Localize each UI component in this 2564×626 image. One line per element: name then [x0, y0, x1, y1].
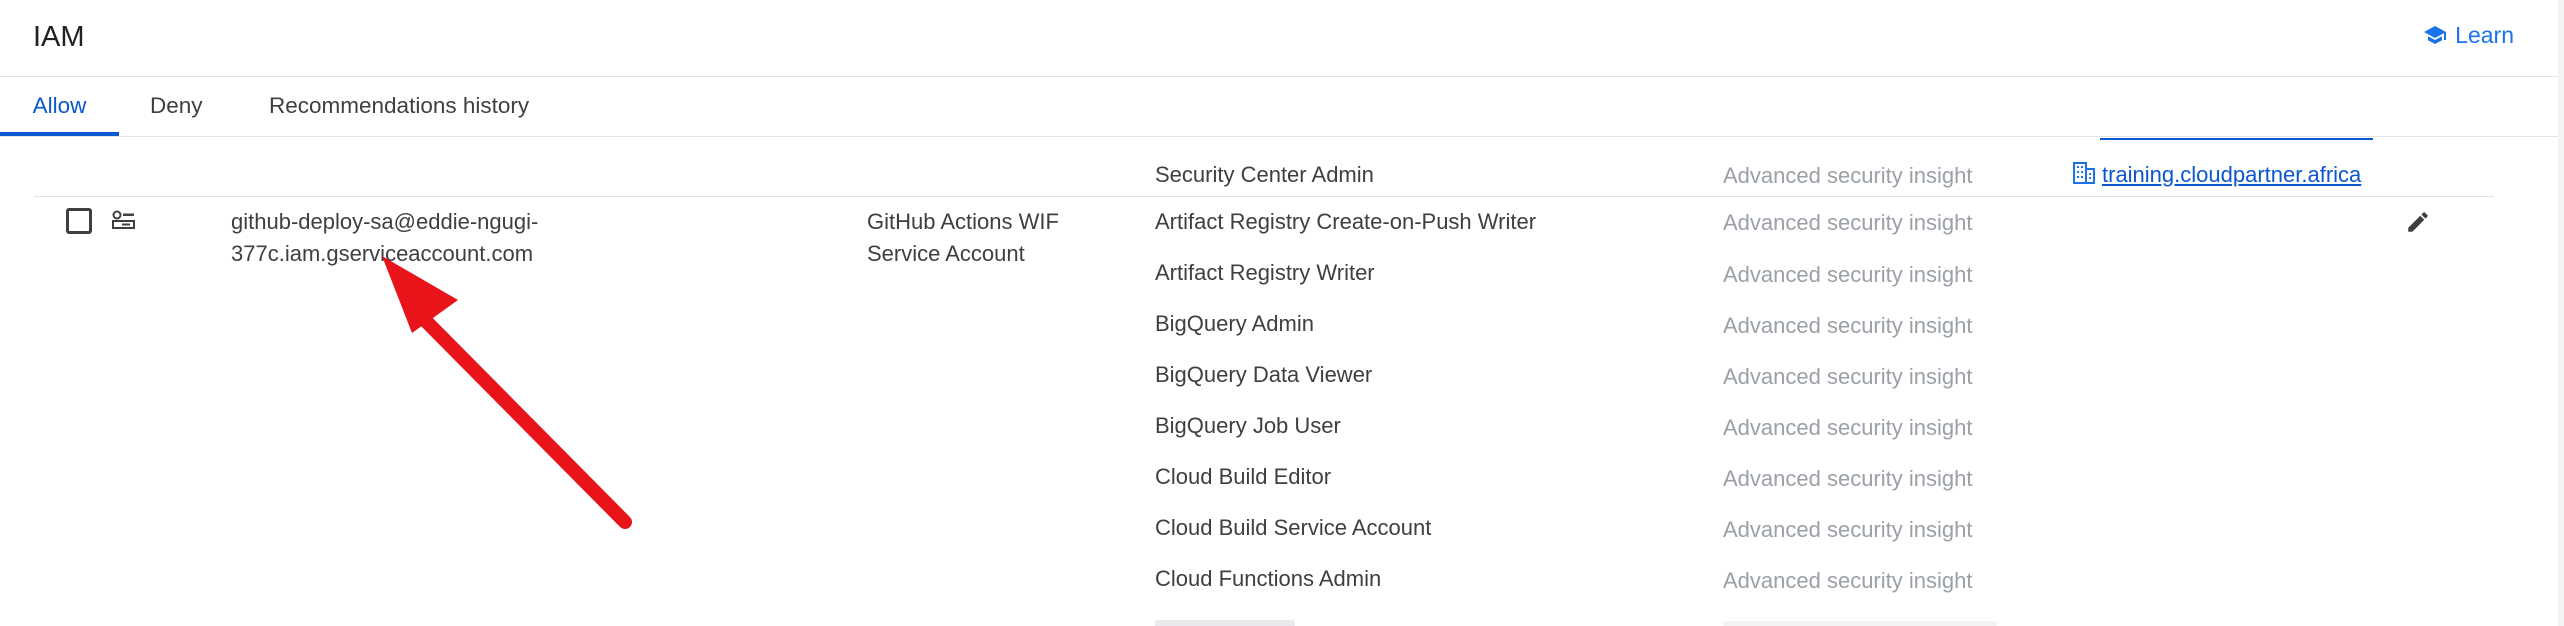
- security-insight[interactable]: Advanced security insight: [1723, 517, 1972, 543]
- row-divider: [34, 196, 2494, 197]
- role-item: BigQuery Job User: [1155, 413, 1341, 438]
- cut-off-role: [1155, 616, 1295, 626]
- cut-off-insight-bottom: [1723, 618, 1997, 626]
- security-insight[interactable]: Advanced security insight: [1723, 466, 1972, 492]
- tab-deny[interactable]: Deny: [150, 77, 203, 136]
- edit-icon[interactable]: [2405, 209, 2431, 235]
- cut-off-link-underline: [2100, 138, 2373, 140]
- tab-deny-label: Deny: [150, 93, 203, 118]
- role-item: Cloud Build Service Account: [1155, 515, 1432, 540]
- tab-recommendations-history-label: Recommendations history: [269, 93, 530, 118]
- learn-label: Learn: [2455, 22, 2514, 48]
- security-insight[interactable]: Advanced security insight: [1723, 210, 1972, 236]
- security-insight[interactable]: Advanced security insight: [1723, 568, 1972, 594]
- principal-email-line2: 377c.iam.gserviceaccount.com: [231, 241, 534, 266]
- organization-icon: [2073, 162, 2095, 184]
- role-item: BigQuery Data Viewer: [1155, 362, 1373, 387]
- school-icon: [2424, 25, 2447, 44]
- role-item: BigQuery Admin: [1155, 311, 1314, 336]
- inheritance-link[interactable]: training.cloudpartner.africa: [2102, 162, 2361, 188]
- tab-recommendations-history[interactable]: Recommendations history: [269, 77, 529, 136]
- scrollbar-track[interactable]: [2558, 0, 2564, 626]
- learn-button[interactable]: Learn: [2423, 22, 2514, 49]
- security-insight[interactable]: Advanced security insight: [1723, 415, 1972, 441]
- security-insight[interactable]: Advanced security insight: [1723, 313, 1972, 339]
- principal-email-line1: github-deploy-sa@eddie-ngugi-: [231, 209, 539, 234]
- role-item: Artifact Registry Writer: [1155, 260, 1375, 285]
- insight-security-center-admin[interactable]: Advanced security insight: [1723, 163, 1972, 189]
- security-insight[interactable]: Advanced security insight: [1723, 262, 1972, 288]
- cut-off-insight: [1723, 138, 1729, 148]
- role-security-center-admin: Security Center Admin: [1155, 162, 1374, 187]
- tab-allow-label: Allow: [32, 93, 87, 118]
- principal-name-line2: Service Account: [867, 241, 1025, 266]
- row-select-checkbox[interactable]: [66, 208, 92, 234]
- page-title: IAM: [33, 21, 85, 53]
- service-account-icon: [112, 210, 135, 229]
- permissions-table: Security Center Admin Advanced security …: [0, 138, 2564, 626]
- tab-allow[interactable]: Allow: [0, 77, 119, 136]
- page-header: IAM Learn: [0, 0, 2564, 77]
- security-insight[interactable]: Advanced security insight: [1723, 364, 1972, 390]
- role-item: Cloud Build Editor: [1155, 464, 1332, 489]
- role-item: Cloud Functions Admin: [1155, 566, 1382, 591]
- role-item: Artifact Registry Create-on-Push Writer: [1155, 209, 1537, 234]
- principal-name-line1: GitHub Actions WIF: [867, 209, 1059, 234]
- tab-bar: Allow Deny Recommendations history: [0, 77, 2564, 137]
